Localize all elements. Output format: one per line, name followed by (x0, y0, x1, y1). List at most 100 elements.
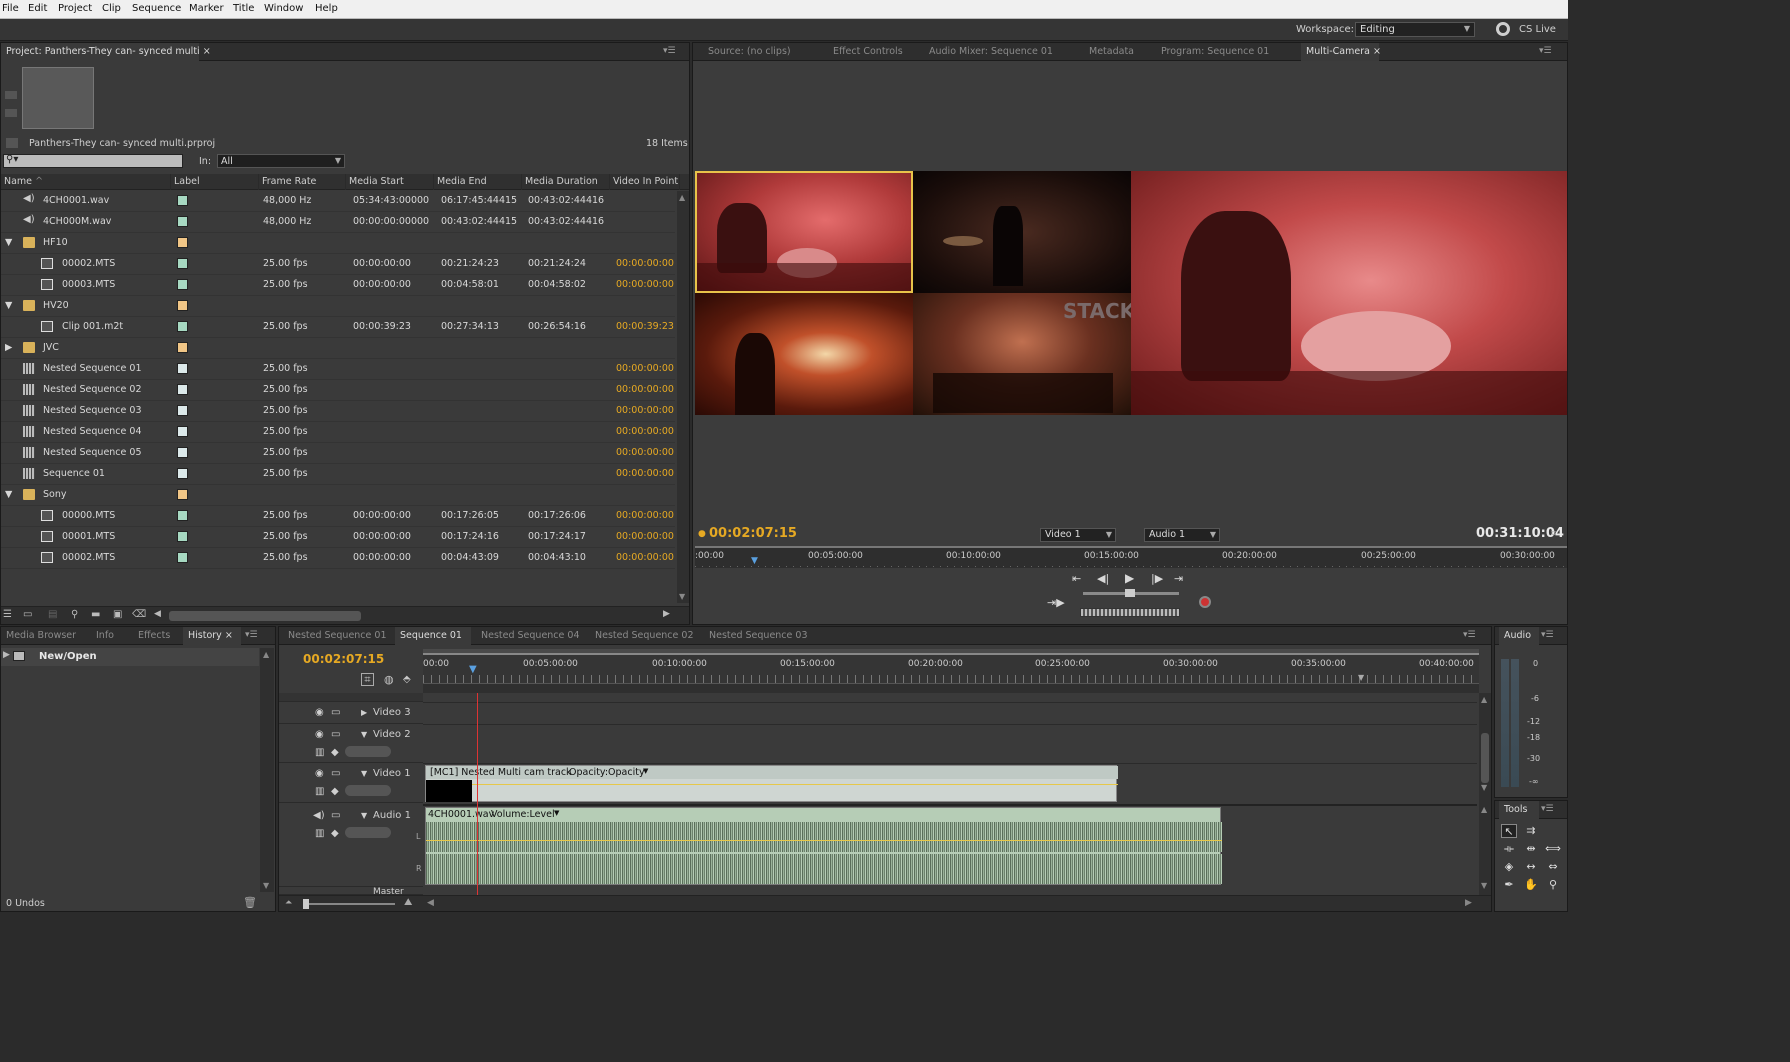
tab-nested-sequence-04[interactable]: Nested Sequence 04 (476, 627, 584, 645)
go-to-in-icon[interactable]: ⇤ (1072, 572, 1081, 585)
panel-menu-icon[interactable]: ▾☰ (1463, 630, 1476, 640)
tab-history[interactable]: History × (183, 627, 241, 645)
vscroll-thumb[interactable] (1481, 733, 1489, 783)
scroll-up-icon[interactable]: ▲ (1481, 805, 1487, 814)
video-clip[interactable]: [MC1] Nested Multi cam track Opacity:Opa… (425, 765, 1118, 802)
eye-icon[interactable]: ◉ (315, 729, 324, 740)
cs-live-label[interactable]: CS Live (1519, 24, 1556, 35)
panel-menu-icon[interactable]: ▾☰ (1541, 630, 1554, 640)
rolling-edit-tool-icon[interactable]: ⇹ (1523, 842, 1539, 856)
project-item-row[interactable]: 00002.MTS 25.00 fps 00:00:00:00 00:04:43:09… (1, 548, 675, 569)
collapse-icon[interactable]: ▼ (5, 237, 12, 248)
opacity-line[interactable] (472, 784, 1118, 785)
shuttle-thumb[interactable] (1125, 589, 1135, 597)
label-swatch[interactable] (177, 384, 188, 395)
col-media-duration[interactable]: Media Duration (522, 174, 610, 190)
project-item-row[interactable]: 00002.MTS 25.00 fps 00:00:00:00 00:21:24:23… (1, 254, 675, 275)
keyframe-nav[interactable] (345, 746, 391, 757)
label-swatch[interactable] (177, 195, 188, 206)
project-item-row[interactable]: Clip 001.m2t 25.00 fps 00:00:39:23 00:27:34… (1, 317, 675, 338)
zoom-out-icon[interactable]: ⏶ (285, 898, 292, 908)
cs-live-icon[interactable] (1496, 22, 1510, 36)
new-bin-icon[interactable]: ▬ (91, 609, 100, 620)
scroll-down-icon[interactable]: ▼ (679, 592, 685, 601)
play-icon[interactable]: ▶ (1125, 571, 1134, 585)
step-back-icon[interactable]: ◀| (1097, 572, 1109, 585)
tab-metadata[interactable]: Metadata (1084, 43, 1144, 61)
play-in-to-out-icon[interactable]: ⇥▶ (1047, 596, 1065, 609)
lock-icon[interactable]: ▭ (331, 768, 340, 779)
step-forward-icon[interactable]: |▶ (1151, 572, 1163, 585)
icon-view-icon[interactable]: ▭ (23, 609, 32, 620)
menu-sequence[interactable]: Sequence (132, 3, 181, 14)
zoom-thumb[interactable] (303, 899, 309, 909)
search-input[interactable]: ⚲▾ (3, 154, 183, 168)
timeline-ruler[interactable]: 00:00 00:05:00:00 00:10:00:00 00:15:00:0… (423, 649, 1479, 693)
label-swatch[interactable] (177, 279, 188, 290)
label-swatch[interactable] (177, 237, 188, 248)
menu-help[interactable]: Help (315, 3, 338, 14)
collapse-icon[interactable]: ▼ (361, 769, 367, 778)
scroll-up-icon[interactable]: ▲ (263, 650, 269, 659)
selection-tool-icon[interactable]: ↖ (1501, 824, 1517, 838)
menu-marker[interactable]: Marker (189, 3, 224, 14)
scroll-left-icon[interactable]: ◀ (154, 609, 161, 619)
new-item-icon[interactable]: ▣ (113, 609, 122, 620)
keyframe-nav[interactable] (345, 827, 391, 838)
eye-icon[interactable]: ◉ (315, 707, 324, 718)
tab-project[interactable]: Project: Panthers-They can- synced multi… (1, 43, 211, 61)
playhead-line[interactable] (477, 693, 478, 895)
video-clip-fx[interactable]: Opacity:Opacity (569, 767, 645, 778)
audio-clip[interactable]: 4CH0001.wav Volume:Level ▼ (425, 807, 1222, 885)
scroll-down-icon[interactable]: ▼ (1481, 783, 1487, 792)
project-item-row[interactable]: ◀) 4CH000M.wav 48,000 Hz 00:00:00:00000 00:4… (1, 212, 675, 233)
zoom-tool-icon[interactable]: ⚲ (1545, 878, 1561, 892)
go-to-out-icon[interactable]: ⇥ (1174, 572, 1183, 585)
label-swatch[interactable] (177, 426, 188, 437)
set-marker-icon[interactable]: ◍ (384, 673, 394, 686)
chevron-down-icon[interactable]: ▼ (554, 809, 559, 817)
ripple-edit-tool-icon[interactable]: ⟛ (1501, 842, 1517, 856)
tab-program[interactable]: Program: Sequence 01 (1156, 43, 1296, 61)
col-label[interactable]: Label (171, 174, 259, 190)
settings-icon[interactable]: ⌗ (1551, 529, 1556, 539)
project-item-row[interactable]: 00001.MTS 25.00 fps 00:00:00:00 00:17:24:16… (1, 527, 675, 548)
menu-window[interactable]: Window (264, 3, 303, 14)
panel-menu-icon[interactable]: ▾☰ (245, 630, 258, 640)
col-media-start[interactable]: Media Start (346, 174, 434, 190)
in-dropdown[interactable]: All ▼ (217, 154, 345, 168)
tab-audio[interactable]: Audio (1499, 627, 1539, 645)
playhead-icon[interactable]: ▼ (469, 664, 477, 675)
expand-icon[interactable]: ▶ (361, 708, 367, 717)
close-icon[interactable]: × (1373, 46, 1381, 57)
project-vscroll[interactable]: ▲ ▼ (677, 191, 689, 603)
tab-nested-sequence-02[interactable]: Nested Sequence 02 (590, 627, 698, 645)
display-style-icon[interactable]: ▥ (315, 747, 324, 758)
track-area[interactable]: [MC1] Nested Multi cam track Opacity:Opa… (423, 693, 1477, 895)
trash-icon[interactable]: ⌫ (132, 609, 146, 620)
slide-tool-icon[interactable]: ⇔ (1545, 860, 1561, 874)
keyframe-icon[interactable]: ◆ (331, 786, 339, 797)
monitor-ruler[interactable]: :00:00 00:05:00:00 00:10:00:00 00:15:00:… (695, 546, 1567, 568)
project-hscroll-thumb[interactable] (169, 611, 361, 621)
lock-icon[interactable]: ▭ (331, 729, 340, 740)
label-swatch[interactable] (177, 405, 188, 416)
tab-audio-mixer[interactable]: Audio Mixer: Sequence 01 (924, 43, 1069, 61)
bin-row[interactable]: ▼ HF10 (1, 233, 675, 254)
trash-icon[interactable]: 🗑 (243, 896, 257, 909)
project-item-row[interactable]: ◀) 4CH0001.wav 48,000 Hz 05:34:43:00000 06:1… (1, 191, 675, 212)
history-vscroll[interactable]: ▲ ▼ (260, 648, 274, 892)
eye-icon[interactable]: ◉ (315, 768, 324, 779)
collapse-icon[interactable]: ▼ (5, 489, 12, 500)
project-item-row[interactable]: Nested Sequence 01 25.00 fps 00:00:00:00 (1, 359, 675, 380)
keyframe-icon[interactable]: ◆ (331, 828, 339, 839)
col-video-in-point[interactable]: Video In Point (610, 174, 680, 190)
scroll-up-icon[interactable]: ▲ (1481, 695, 1487, 704)
chevron-down-icon[interactable]: ▼ (643, 767, 648, 775)
video-track-select[interactable]: Video 1 ▼ (1040, 528, 1116, 542)
col-frame-rate[interactable]: Frame Rate (259, 174, 346, 190)
col-media-end[interactable]: Media End (434, 174, 522, 190)
razor-tool-icon[interactable]: ◈ (1501, 860, 1517, 874)
label-swatch[interactable] (177, 363, 188, 374)
playhead-icon[interactable]: ▼ (751, 556, 758, 566)
